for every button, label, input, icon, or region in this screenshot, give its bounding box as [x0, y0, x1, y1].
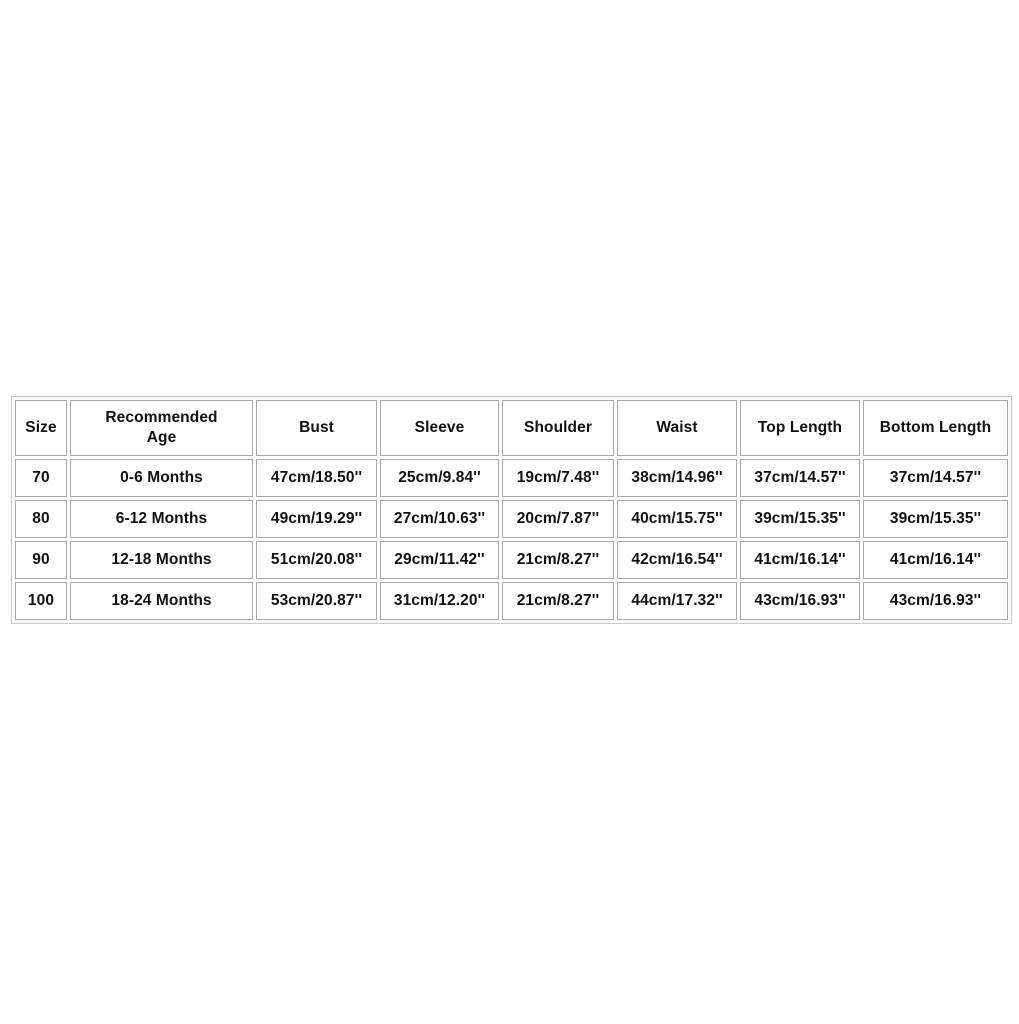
cell-shoulder: 21cm/8.27'' [502, 582, 614, 620]
cell-sleeve: 27cm/10.63'' [380, 500, 499, 538]
cell-size: 70 [15, 459, 67, 497]
cell-top-length: 43cm/16.93'' [740, 582, 860, 620]
column-header-sleeve: Sleeve [380, 400, 499, 456]
column-header-bottom-length: Bottom Length [863, 400, 1008, 456]
cell-recommended-age: 6-12 Months [70, 500, 253, 538]
cell-shoulder: 21cm/8.27'' [502, 541, 614, 579]
cell-bust: 49cm/19.29'' [256, 500, 377, 538]
column-header-recommended-age-line1: Recommended [105, 409, 218, 427]
table-row: 100 18-24 Months 53cm/20.87'' 31cm/12.20… [15, 582, 1008, 620]
table-header-row: Size Recommended Age Bust Sleeve Shoulde… [15, 400, 1008, 456]
cell-bottom-length: 41cm/16.14'' [863, 541, 1008, 579]
cell-size: 100 [15, 582, 67, 620]
table-body: 70 0-6 Months 47cm/18.50'' 25cm/9.84'' 1… [15, 459, 1008, 620]
cell-top-length: 41cm/16.14'' [740, 541, 860, 579]
cell-waist: 44cm/17.32'' [617, 582, 737, 620]
cell-waist: 38cm/14.96'' [617, 459, 737, 497]
column-header-recommended-age: Recommended Age [70, 400, 253, 456]
cell-sleeve: 29cm/11.42'' [380, 541, 499, 579]
cell-bottom-length: 43cm/16.93'' [863, 582, 1008, 620]
cell-recommended-age: 0-6 Months [70, 459, 253, 497]
column-header-bust: Bust [256, 400, 377, 456]
cell-recommended-age: 12-18 Months [70, 541, 253, 579]
size-chart-canvas: Size Recommended Age Bust Sleeve Shoulde… [0, 0, 1019, 1024]
column-header-top-length: Top Length [740, 400, 860, 456]
column-header-shoulder: Shoulder [502, 400, 614, 456]
cell-bust: 47cm/18.50'' [256, 459, 377, 497]
cell-sleeve: 25cm/9.84'' [380, 459, 499, 497]
cell-recommended-age: 18-24 Months [70, 582, 253, 620]
column-header-waist: Waist [617, 400, 737, 456]
cell-size: 90 [15, 541, 67, 579]
cell-bottom-length: 39cm/15.35'' [863, 500, 1008, 538]
table-row: 70 0-6 Months 47cm/18.50'' 25cm/9.84'' 1… [15, 459, 1008, 497]
table-header: Size Recommended Age Bust Sleeve Shoulde… [15, 400, 1008, 456]
cell-size: 80 [15, 500, 67, 538]
table-row: 90 12-18 Months 51cm/20.08'' 29cm/11.42'… [15, 541, 1008, 579]
cell-shoulder: 20cm/7.87'' [502, 500, 614, 538]
column-header-recommended-age-line2: Age [146, 429, 177, 446]
column-header-size: Size [15, 400, 67, 456]
cell-bust: 51cm/20.08'' [256, 541, 377, 579]
table-row: 80 6-12 Months 49cm/19.29'' 27cm/10.63''… [15, 500, 1008, 538]
cell-bust: 53cm/20.87'' [256, 582, 377, 620]
size-chart-table: Size Recommended Age Bust Sleeve Shoulde… [11, 396, 1012, 624]
cell-waist: 42cm/16.54'' [617, 541, 737, 579]
cell-top-length: 39cm/15.35'' [740, 500, 860, 538]
cell-waist: 40cm/15.75'' [617, 500, 737, 538]
cell-shoulder: 19cm/7.48'' [502, 459, 614, 497]
cell-top-length: 37cm/14.57'' [740, 459, 860, 497]
cell-bottom-length: 37cm/14.57'' [863, 459, 1008, 497]
cell-sleeve: 31cm/12.20'' [380, 582, 499, 620]
